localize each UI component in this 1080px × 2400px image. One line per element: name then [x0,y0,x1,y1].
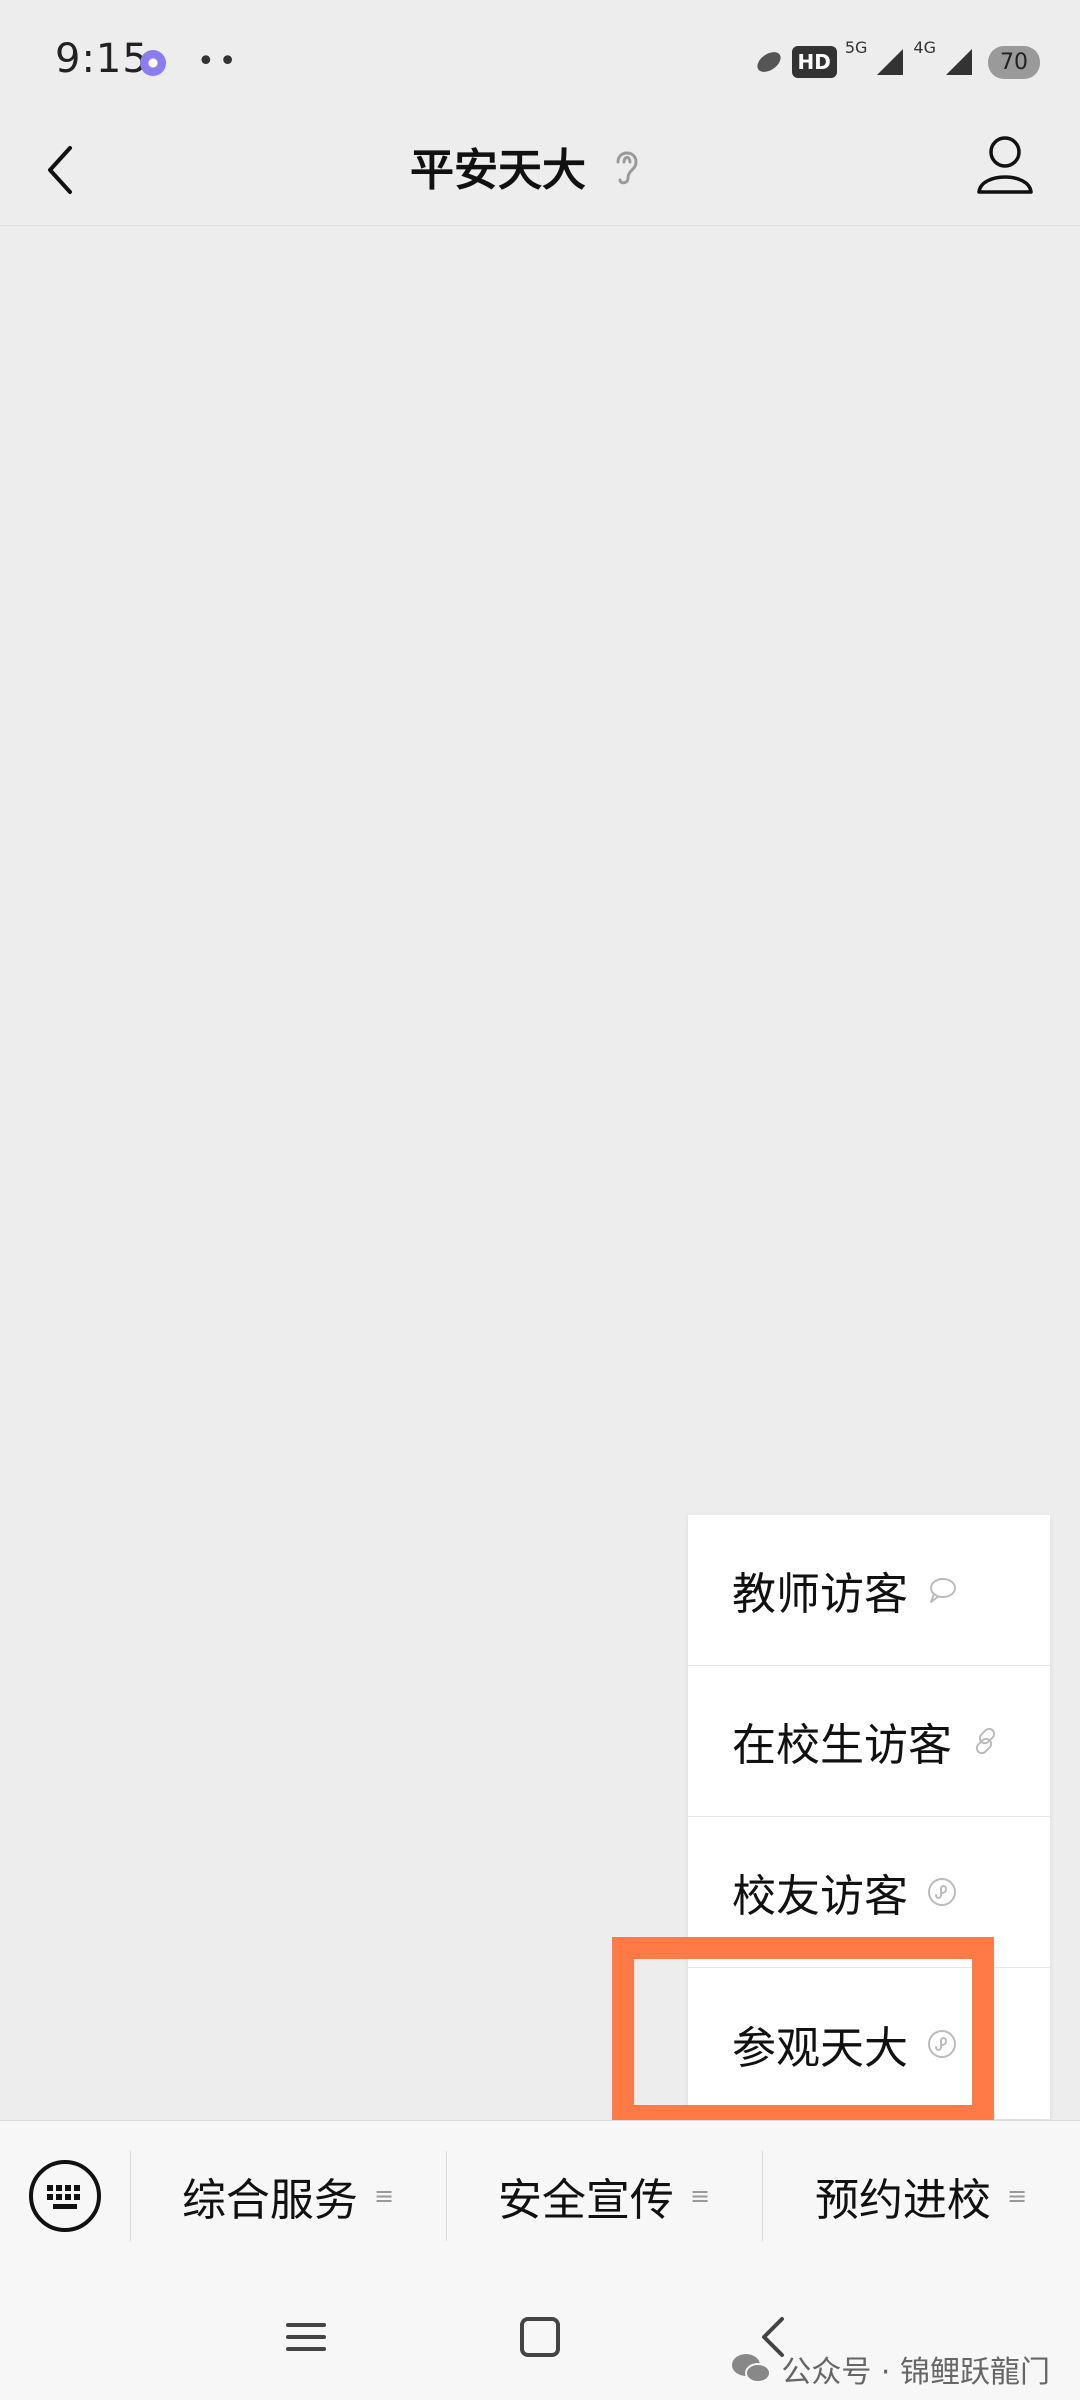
wechat-icon [732,2354,772,2383]
link-icon [975,1727,996,1755]
recent-apps-icon[interactable] [284,2315,328,2359]
signal-icon [877,49,904,75]
chat-bubble-icon [930,1578,956,1603]
menu-item-teacher-visitor[interactable]: 教师访客 [688,1515,1050,1666]
menu-item-label: 校友访客 [732,1871,908,1922]
notification-app-icon [140,50,166,76]
menu-label: 安全宣传 [497,2175,674,2226]
more-notifications-indicator: •• [197,44,241,79]
back-icon[interactable] [40,140,80,200]
watermark: 公众号 · 锦鲤跃龍门 [729,2347,1050,2391]
system-nav-bar: 公众号 · 锦鲤跃龍门 [0,2275,1080,2400]
network-4g-label: 4G [913,38,936,57]
status-icons: HD 5G 4G 70 [754,38,1040,84]
menu-campus-appointment[interactable]: 预约进校 ≡ [762,2151,1080,2241]
status-bar: 9:15 •• HD 5G 4G 70 [0,0,1080,120]
bottom-menu-bar: 综合服务 ≡ 安全宣传 ≡ 预约进校 ≡ [0,2120,1080,2276]
keyboard-icon[interactable] [28,2159,102,2233]
network-5g-label: 5G [844,38,868,57]
submenu-lines-icon: ≡ [689,2182,711,2210]
ear-icon[interactable] [610,144,644,188]
title-group: 平安天大 [410,134,644,198]
profile-icon[interactable] [975,132,1035,196]
submenu-lines-icon: ≡ [373,2182,395,2210]
menu-item-label: 教师访客 [732,1569,908,1620]
submenu-lines-icon: ≡ [1006,2182,1028,2210]
highlight-annotation [612,1937,994,2127]
menu-label: 综合服务 [181,2175,358,2226]
page-title: 平安天大 [410,145,586,196]
menu-safety-publicity[interactable]: 安全宣传 ≡ [446,2151,762,2241]
status-time: 9:15 [55,36,149,82]
menu-label: 预约进校 [814,2175,991,2226]
menu-item-label: 在校生访客 [732,1720,952,1771]
battery-indicator: 70 [988,45,1040,79]
menu-item-student-visitor[interactable]: 在校生访客 [688,1666,1050,1817]
home-icon[interactable] [518,2315,562,2359]
signal-icon-2 [946,49,972,75]
mini-program-icon [928,1878,956,1906]
hd-badge: HD [791,46,837,78]
watermark-text: 公众号 · 锦鲤跃龍门 [781,2355,1050,2390]
menu-comprehensive-services[interactable]: 综合服务 ≡ [130,2151,446,2241]
link-status-icon [756,52,781,72]
top-nav-bar: 平安天大 [0,120,1080,226]
